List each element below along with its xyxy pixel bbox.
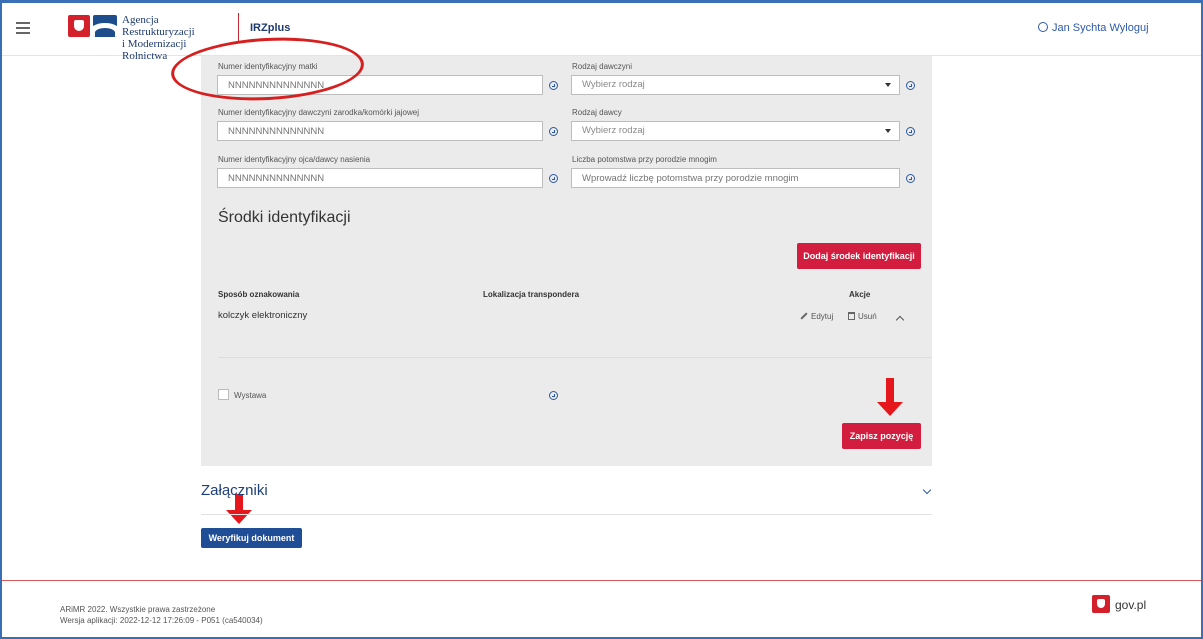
app-header: Agencja Restrukturyzacji i Modernizacji … (2, 0, 1201, 62)
footer-text: ARiMR 2022. Wszystkie prawa zastrzeżone … (60, 605, 263, 625)
help-icon[interactable] (549, 174, 558, 183)
help-icon[interactable] (906, 127, 915, 136)
arimr-logo-icon (93, 15, 117, 37)
user-icon (1038, 22, 1048, 32)
donor-female-type-select[interactable]: Wybierz rodzaj (571, 75, 900, 95)
table-row-method: kolczyk elektroniczny (218, 310, 308, 321)
column-header-actions: Akcje (849, 290, 871, 299)
donor-female-type-label: Rodzaj dawczyni (572, 62, 633, 71)
exhibition-label: Wystawa (234, 391, 267, 400)
help-icon[interactable] (906, 174, 915, 183)
attachments-divider (201, 514, 932, 515)
section-divider (218, 357, 932, 358)
header-divider (238, 13, 239, 43)
edit-icon (800, 312, 808, 320)
caret-down-icon (885, 129, 891, 133)
father-id-input[interactable] (217, 168, 543, 188)
attachments-title: Załączniki (201, 482, 268, 499)
add-identification-button[interactable]: Dodaj środek identyfikacji (797, 243, 921, 269)
offspring-count-input[interactable] (571, 168, 900, 188)
gov-pl-link[interactable]: gov.pl (1092, 595, 1146, 613)
annotation-arrow-save (877, 378, 903, 416)
exhibition-checkbox[interactable] (218, 389, 229, 400)
user-area: Jan Sychta Wyloguj (1038, 22, 1149, 34)
help-icon[interactable] (549, 391, 558, 400)
footer-divider (2, 580, 1201, 581)
help-icon[interactable] (549, 127, 558, 136)
donor-type-select[interactable]: Wybierz rodzaj (571, 121, 900, 141)
offspring-count-label: Liczba potomstwa przy porodzie mnogim (572, 155, 717, 164)
edit-button[interactable]: Edytuj (800, 312, 833, 321)
donor-type-label: Rodzaj dawcy (572, 108, 622, 117)
verify-document-button[interactable]: Weryfikuj dokument (201, 528, 302, 548)
delete-button[interactable]: Usuń (848, 312, 877, 321)
column-header-location: Lokalizacja transpondera (483, 290, 580, 299)
menu-icon[interactable] (16, 22, 30, 34)
save-position-button[interactable]: Zapisz pozycję (842, 423, 921, 449)
embryo-donor-id-input[interactable] (217, 121, 543, 141)
poland-emblem-icon (68, 15, 90, 37)
caret-down-icon (885, 83, 891, 87)
user-name[interactable]: Jan Sychta (1052, 22, 1106, 34)
logout-link[interactable]: Wyloguj (1109, 22, 1148, 34)
column-header-method: Sposób oznakowania (218, 290, 300, 299)
gov-flag-icon (1092, 595, 1110, 613)
embryo-donor-id-label: Numer identyfikacyjny dawczyni zarodka/k… (218, 108, 419, 117)
help-icon[interactable] (906, 81, 915, 90)
app-name: IRZplus (250, 22, 291, 34)
trash-icon (848, 312, 855, 320)
father-id-label: Numer identyfikacyjny ojca/dawcy nasieni… (218, 155, 371, 164)
help-icon[interactable] (549, 81, 558, 90)
identification-title: Środki identyfikacji (218, 209, 351, 226)
